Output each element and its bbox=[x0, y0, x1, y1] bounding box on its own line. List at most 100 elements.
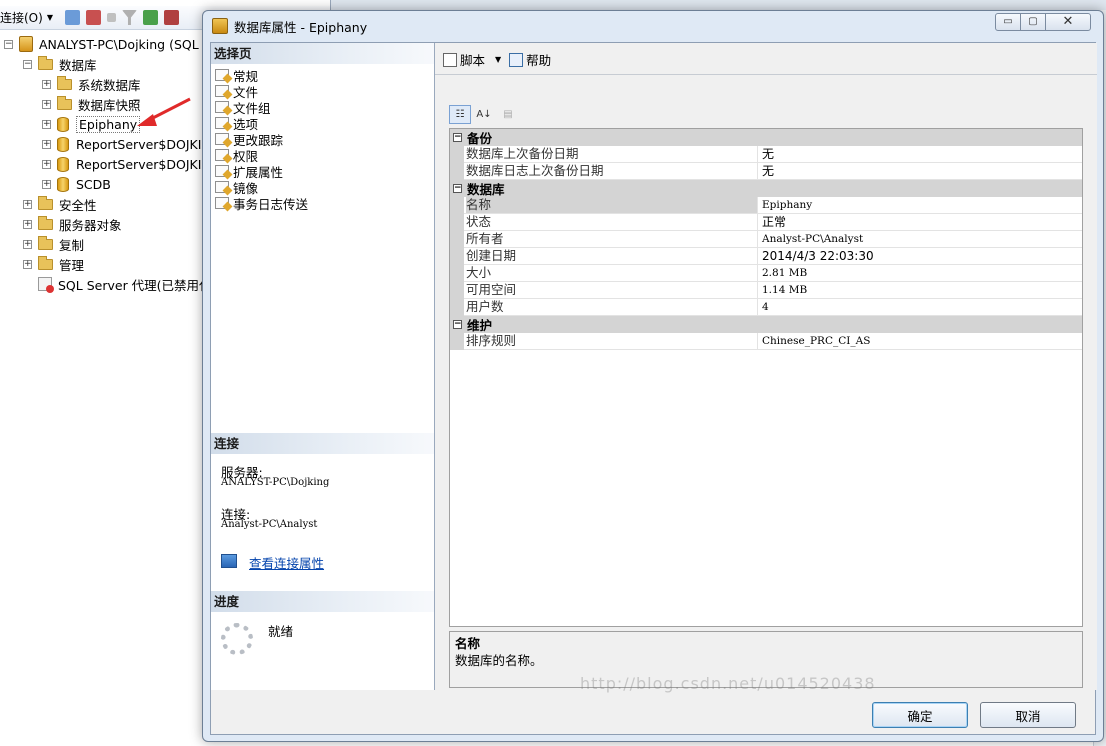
property-row[interactable]: 创建日期 2014/4/3 22:03:30 bbox=[450, 248, 1082, 265]
collapse-icon[interactable]: − bbox=[4, 39, 13, 49]
tree-node[interactable]: + 复制 bbox=[23, 234, 84, 254]
filter-icon[interactable] bbox=[121, 10, 137, 25]
progress-spinner-icon bbox=[221, 623, 253, 655]
property-category[interactable]: − 维护 bbox=[450, 316, 1082, 333]
expand-icon[interactable]: + bbox=[23, 259, 32, 269]
database-properties-dialog: 数据库属性 - Epiphany ▭ ▢ ✕ 选择页 常规 文件 文件组 选项 更改跟踪… bbox=[202, 10, 1104, 742]
view-connection-properties-link[interactable]: 查看连接属性 bbox=[249, 553, 324, 572]
property-row[interactable]: 数据库上次备份日期无 bbox=[450, 146, 1082, 163]
folder-icon bbox=[38, 235, 53, 250]
annotation-arrow bbox=[137, 97, 191, 126]
categorized-view-icon[interactable]: ☷ bbox=[449, 104, 471, 124]
page-toolbar: 脚本 ▼ 帮助 bbox=[435, 45, 1097, 75]
description-text: 数据库的名称。 bbox=[455, 653, 543, 668]
dropdown-icon[interactable]: ▼ bbox=[47, 13, 53, 22]
stop-icon[interactable] bbox=[106, 13, 116, 22]
tree-node-label: 系统数据库 bbox=[78, 77, 141, 93]
expand-icon[interactable]: + bbox=[42, 179, 51, 189]
expand-icon[interactable]: + bbox=[42, 99, 51, 109]
tree-node-label: ReportServer$DOJKIN bbox=[76, 156, 211, 172]
script-dropdown-icon[interactable]: ▼ bbox=[495, 55, 501, 64]
server-value: ANALYST-PC\Dojking bbox=[221, 477, 330, 488]
property-row[interactable]: 状态 正常 bbox=[450, 214, 1082, 231]
database-icon bbox=[57, 156, 69, 172]
property-row[interactable]: 排序规则 Chinese_PRC_CI_AS bbox=[450, 333, 1082, 350]
folder-icon bbox=[57, 95, 72, 110]
tree-node[interactable]: + 服务器对象 bbox=[23, 214, 122, 234]
tree-node[interactable]: − 数据库 bbox=[23, 54, 97, 74]
property-name: 大小 bbox=[466, 265, 758, 281]
cancel-button[interactable]: 取消 bbox=[980, 702, 1076, 728]
tree-node[interactable]: + ReportServer$DOJKIN bbox=[42, 134, 211, 154]
page-icon bbox=[215, 149, 229, 161]
disconnect-icon[interactable] bbox=[85, 10, 101, 25]
tree-node[interactable]: SQL Server 代理(已禁用代 bbox=[23, 274, 212, 294]
property-name: 名称 bbox=[466, 197, 758, 213]
property-pages-icon[interactable]: ▤ bbox=[497, 105, 519, 124]
collapse-icon[interactable]: − bbox=[453, 320, 462, 329]
property-row-gutter bbox=[450, 282, 464, 299]
connection-value: Analyst-PC\Analyst bbox=[221, 519, 318, 530]
property-grid-toolbar: ☷ A↓ ▤ bbox=[449, 104, 519, 124]
connect-button[interactable]: 连接(O) bbox=[0, 9, 43, 26]
collapse-icon[interactable]: − bbox=[23, 59, 32, 69]
progress-status: 就绪 bbox=[268, 624, 294, 639]
refresh-icon[interactable] bbox=[142, 10, 158, 25]
dialog-titlebar[interactable]: 数据库属性 - Epiphany ▭ ▢ ✕ bbox=[203, 11, 1103, 41]
expand-icon[interactable]: + bbox=[42, 159, 51, 169]
property-category[interactable]: − 备份 bbox=[450, 129, 1082, 146]
page-icon bbox=[215, 133, 229, 145]
property-row-gutter bbox=[450, 248, 464, 265]
folder-icon bbox=[57, 75, 72, 90]
minimize-button[interactable]: ▭ bbox=[995, 13, 1021, 31]
expand-icon[interactable]: + bbox=[42, 139, 51, 149]
help-button[interactable]: 帮助 bbox=[526, 50, 551, 69]
folder-icon bbox=[38, 55, 53, 70]
tree-node-label: SCDB bbox=[76, 176, 111, 192]
tree-node[interactable]: + 数据库快照 bbox=[42, 94, 141, 114]
page-icon bbox=[215, 197, 229, 209]
connect-icon[interactable] bbox=[64, 10, 80, 25]
tree-node[interactable]: + SCDB bbox=[42, 174, 111, 194]
tree-node[interactable]: + ReportServer$DOJKIN bbox=[42, 154, 211, 174]
expand-icon[interactable]: + bbox=[42, 79, 51, 89]
tree-node-label: 管理 bbox=[59, 257, 85, 273]
expand-icon[interactable]: + bbox=[23, 199, 32, 209]
expand-icon[interactable]: + bbox=[23, 239, 32, 249]
select-page-label: 事务日志传送 bbox=[233, 196, 309, 212]
connection-properties-icon[interactable] bbox=[221, 554, 237, 568]
select-page-item[interactable]: 事务日志传送 bbox=[215, 195, 309, 212]
alphabetical-sort-icon[interactable]: A↓ bbox=[473, 105, 495, 124]
help-icon[interactable] bbox=[509, 52, 524, 67]
activity-icon[interactable] bbox=[163, 10, 179, 25]
property-grid: − 备份 数据库上次备份日期无数据库日志上次备份日期无 − 数据库 名称 Epiphany 状… bbox=[449, 128, 1083, 627]
property-row[interactable]: 用户数 4 bbox=[450, 299, 1082, 316]
property-value: 2014/4/3 22:03:30 bbox=[762, 249, 874, 263]
expand-icon[interactable]: + bbox=[42, 119, 51, 129]
property-category-label: 数据库 bbox=[467, 182, 505, 197]
property-row-gutter bbox=[450, 231, 464, 248]
property-row[interactable]: 名称 Epiphany bbox=[450, 197, 1082, 214]
tree-node[interactable]: + 系统数据库 bbox=[42, 74, 141, 94]
property-row[interactable]: 可用空间 1.14 MB bbox=[450, 282, 1082, 299]
script-button[interactable]: 脚本 bbox=[460, 50, 485, 69]
script-icon[interactable] bbox=[443, 52, 457, 67]
tree-node-label: 数据库 bbox=[59, 57, 97, 73]
close-button[interactable]: ✕ bbox=[1045, 13, 1091, 31]
property-row[interactable]: 大小 2.81 MB bbox=[450, 265, 1082, 282]
collapse-icon[interactable]: − bbox=[453, 133, 462, 142]
collapse-icon[interactable]: − bbox=[453, 184, 462, 193]
expand-icon[interactable]: + bbox=[23, 219, 32, 229]
tree-node[interactable]: + Epiphany bbox=[42, 114, 141, 134]
database-properties-icon bbox=[212, 18, 228, 34]
maximize-button[interactable]: ▢ bbox=[1020, 13, 1046, 31]
tree-node[interactable]: + 管理 bbox=[23, 254, 84, 274]
property-category[interactable]: − 数据库 bbox=[450, 180, 1082, 197]
property-name: 所有者 bbox=[466, 231, 758, 247]
tree-node[interactable]: − ANALYST-PC\Dojking (SQL S bbox=[4, 34, 211, 54]
tree-node[interactable]: + 安全性 bbox=[23, 194, 97, 214]
page-icon bbox=[215, 69, 229, 81]
property-row[interactable]: 所有者 Analyst-PC\Analyst bbox=[450, 231, 1082, 248]
property-row[interactable]: 数据库日志上次备份日期无 bbox=[450, 163, 1082, 180]
ok-button[interactable]: 确定 bbox=[872, 702, 968, 728]
